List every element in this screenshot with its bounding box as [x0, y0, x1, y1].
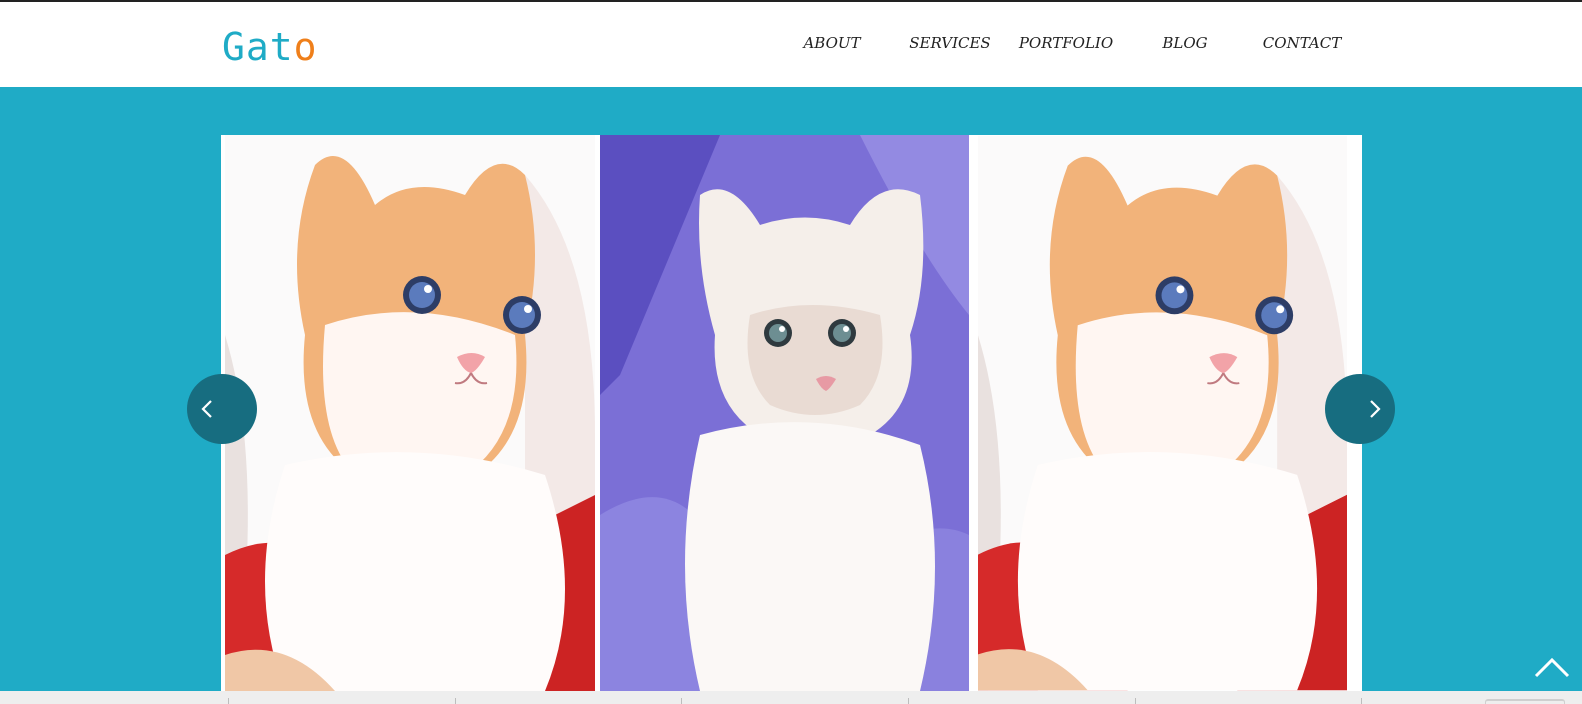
corner-tab [1485, 699, 1565, 704]
back-to-top-button[interactable] [1532, 654, 1572, 682]
site-header: Gato HOME ABOUT SERVICES PORTFOLIO BLOG … [0, 2, 1582, 87]
logo[interactable]: Gato [222, 25, 318, 69]
logo-text: Gat [222, 25, 294, 69]
white-fluffy-kitten-image [600, 135, 969, 691]
section-divider [1135, 698, 1136, 704]
nav-services[interactable]: SERVICES [900, 24, 1000, 62]
chevron-right-icon [1370, 400, 1381, 418]
carousel-slide[interactable] [225, 135, 595, 691]
next-section-strip [0, 691, 1582, 704]
image-carousel [221, 135, 1362, 691]
section-divider [455, 698, 456, 704]
section-divider [908, 698, 909, 704]
nav-blog[interactable]: BLOG [1144, 24, 1226, 62]
logo-accent-letter: o [293, 25, 318, 69]
carousel-prev-button[interactable] [187, 374, 257, 444]
chevron-left-icon [201, 400, 212, 418]
carousel-slide[interactable] [978, 135, 1347, 691]
nav-contact[interactable]: CONTACT [1250, 24, 1354, 62]
orange-white-kitten-image [978, 135, 1347, 691]
nav-home[interactable]: HOME [660, 24, 766, 62]
chevron-up-icon [1534, 657, 1570, 678]
nav-portfolio[interactable]: PORTFOLIO [1014, 24, 1118, 62]
carousel-slide[interactable] [600, 135, 969, 691]
section-divider [228, 698, 229, 704]
orange-white-kitten-image [225, 135, 595, 691]
section-divider [681, 698, 682, 704]
carousel-next-button[interactable] [1325, 374, 1395, 444]
section-divider [1361, 698, 1362, 704]
nav-about[interactable]: ABOUT [786, 24, 878, 62]
